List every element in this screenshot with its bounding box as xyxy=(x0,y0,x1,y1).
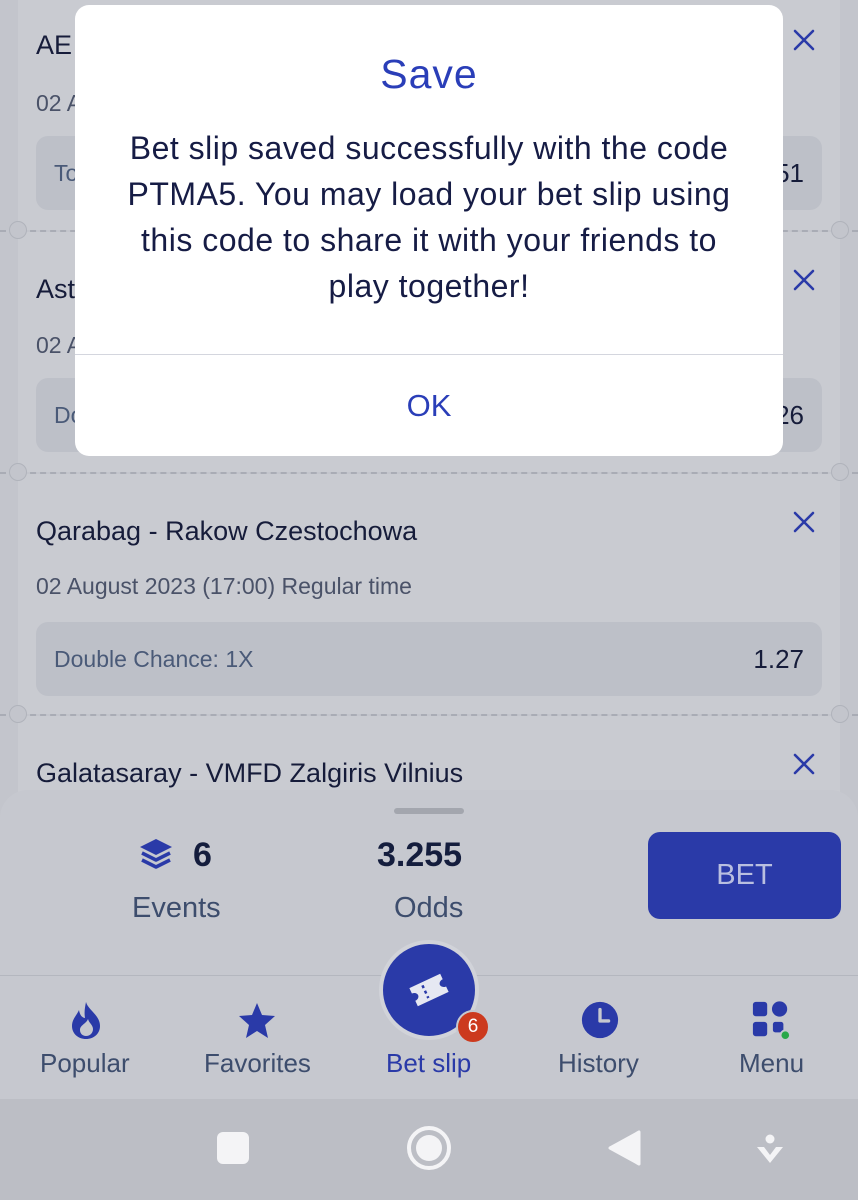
match-title: AE xyxy=(36,30,73,60)
drag-handle[interactable] xyxy=(394,808,464,814)
remove-bet-icon[interactable] xyxy=(790,750,818,778)
home-icon[interactable] xyxy=(404,1123,454,1173)
recents-icon[interactable] xyxy=(214,1128,252,1168)
save-dialog: Save Bet slip saved successfully with th… xyxy=(75,5,783,456)
match-title: Qarabag - Rakow Czestochowa xyxy=(36,516,418,546)
star-icon xyxy=(237,998,277,1042)
ticket-notch xyxy=(831,463,849,481)
match-title: Ast xyxy=(36,274,76,304)
ticket-notch xyxy=(831,221,849,239)
odds-label: Odds xyxy=(394,892,464,924)
events-count: 6 xyxy=(193,836,212,874)
bet-count-badge: 6 xyxy=(456,1010,490,1044)
market-label: Double Chance: 1X xyxy=(54,646,254,672)
match-date: 02 August 2023 (17:00) Regular time xyxy=(36,573,412,599)
flame-icon xyxy=(66,998,106,1042)
bet-button[interactable]: BET xyxy=(648,832,841,919)
remove-bet-icon[interactable] xyxy=(790,26,818,54)
nav-label: Menu xyxy=(739,1048,805,1078)
bet-pick: Double Chance: 1X 1.27 xyxy=(36,622,822,696)
nav-item-menu[interactable]: Menu xyxy=(730,976,820,1100)
nav-label: Favorites xyxy=(204,1048,311,1078)
nav-label: Bet slip xyxy=(386,1048,472,1078)
ticket-notch xyxy=(9,221,27,239)
ticket-notch xyxy=(831,705,849,723)
nav-label: History xyxy=(558,1048,639,1078)
remove-bet-icon[interactable] xyxy=(790,508,818,536)
nav-item-favorites[interactable]: Favorites xyxy=(200,976,315,1100)
odds-value: 3.255 xyxy=(377,836,463,874)
nav-item-history[interactable]: History xyxy=(553,976,653,1100)
match-title: Galatasaray - VMFD Zalgiris Vilnius xyxy=(36,758,464,788)
nav-label: Popular xyxy=(40,1048,130,1078)
layers-icon xyxy=(137,837,175,873)
assistant-icon[interactable] xyxy=(752,1132,788,1168)
ticket-notch xyxy=(9,705,27,723)
odd-value: 1.27 xyxy=(753,644,804,674)
ok-button[interactable]: OK xyxy=(75,355,783,456)
nav-item-popular[interactable]: Popular xyxy=(30,976,142,1100)
ticket-notch xyxy=(9,463,27,481)
grid-icon xyxy=(751,998,791,1042)
back-icon[interactable] xyxy=(604,1128,644,1168)
ticket-icon xyxy=(406,970,452,1010)
events-label: Events xyxy=(132,892,221,924)
system-nav-bar xyxy=(0,1099,858,1200)
dialog-message: Bet slip saved successfully with the cod… xyxy=(127,130,731,304)
bet-card: Qarabag - Rakow Czestochowa 02 August 20… xyxy=(18,474,840,714)
clock-icon xyxy=(580,998,620,1042)
remove-bet-icon[interactable] xyxy=(790,266,818,294)
dialog-title: Save xyxy=(380,51,478,97)
